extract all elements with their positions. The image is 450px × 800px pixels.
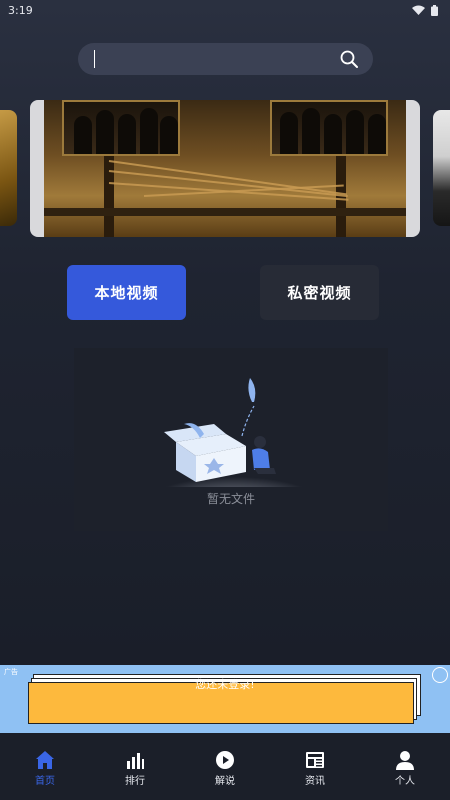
banner-carousel[interactable] (0, 100, 450, 237)
nav-item-news[interactable]: 资讯 (285, 749, 345, 787)
nav-label-commentary: 解说 (215, 776, 235, 787)
carousel-next-slide[interactable] (433, 110, 450, 226)
ad-message: 您还未登录! (195, 678, 255, 691)
bottom-nav: 首页 排行 解说 资讯 个人 (0, 733, 450, 800)
search-bar[interactable] (78, 43, 373, 75)
person-icon (394, 749, 416, 771)
poster-cast-group-left (62, 100, 180, 156)
empty-box-illustration (156, 378, 312, 487)
tab-private-video-label: 私密视频 (287, 284, 352, 302)
status-bar: 3:19 (0, 0, 450, 20)
nav-label-home: 首页 (35, 776, 55, 787)
nav-item-profile[interactable]: 个人 (375, 749, 435, 787)
battery-icon (431, 4, 438, 16)
home-icon (34, 749, 56, 771)
wifi-icon (412, 5, 425, 15)
play-icon (214, 749, 236, 771)
nav-item-commentary[interactable]: 解说 (195, 749, 255, 787)
tab-local-video-label: 本地视频 (94, 284, 159, 302)
search-icon[interactable] (339, 49, 359, 69)
empty-state-panel: 暂无文件 (74, 348, 388, 531)
news-icon (304, 749, 326, 771)
tab-private-video[interactable]: 私密视频 (260, 265, 379, 320)
nav-item-home[interactable]: 首页 (15, 749, 75, 787)
nav-label-profile: 个人 (395, 776, 415, 787)
nav-item-ranking[interactable]: 排行 (105, 749, 165, 787)
ranking-icon (124, 749, 146, 771)
search-input[interactable] (94, 50, 339, 68)
movie-poster-image (44, 100, 406, 237)
nav-label-news: 资讯 (305, 776, 325, 787)
empty-state-message: 暂无文件 (206, 492, 255, 506)
carousel-prev-slide[interactable] (0, 110, 17, 226)
status-icons (412, 4, 438, 16)
status-time: 3:19 (8, 3, 33, 17)
poster-cast-group-right (270, 100, 388, 156)
tab-local-video[interactable]: 本地视频 (67, 265, 186, 320)
carousel-current-slide[interactable] (30, 100, 420, 237)
nav-label-ranking: 排行 (125, 776, 145, 787)
ad-banner[interactable]: 广告 您还未登录! (0, 665, 450, 733)
